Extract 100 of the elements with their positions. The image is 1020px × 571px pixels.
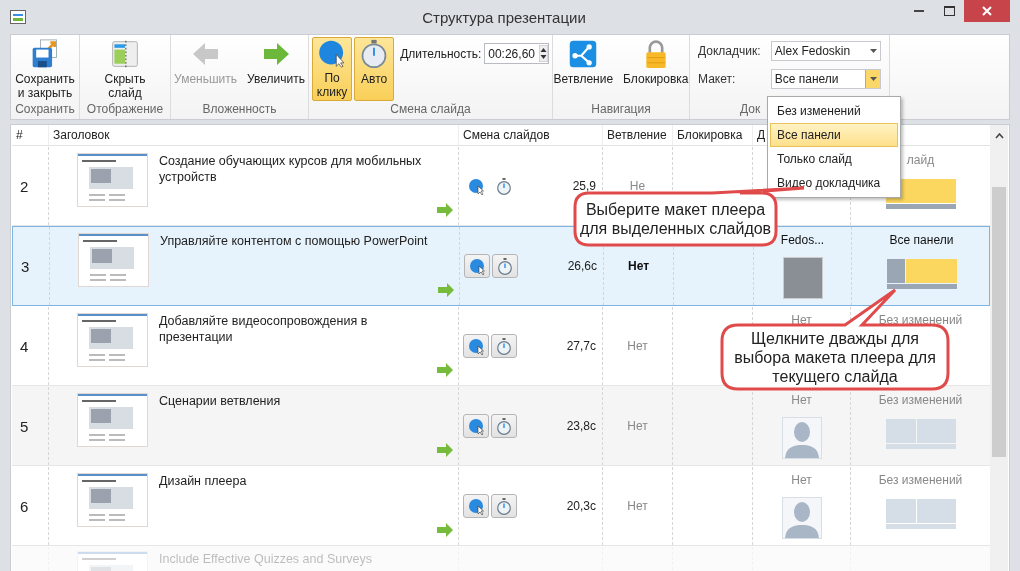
click-trigger-button[interactable] [463,334,489,358]
stopwatch-icon [496,497,512,515]
cursor-click-icon [317,39,348,68]
scrollbar-thumb[interactable] [992,187,1006,457]
menu-item[interactable]: Без изменений [770,99,898,123]
slide-duration: 23,8с [565,419,596,433]
close-button[interactable] [964,0,1010,22]
maximize-icon [943,6,955,16]
scrollbar[interactable] [990,125,1008,571]
right-arrow-icon [436,363,454,377]
slide-title: Создание обучающих курсов для мобильных устройств [158,153,423,186]
ribbon-button[interactable]: Сохранить и закрыть [12,37,78,102]
dropdown-field[interactable]: Alex Fedoskin [770,41,881,61]
ribbon-button[interactable]: По клику [312,37,353,101]
cursor-click-icon [467,497,485,515]
timer-trigger-button[interactable] [491,334,517,358]
right-arrow-icon [436,443,454,457]
branching-value: Нет [627,259,650,273]
slide-number: 2 [20,177,29,195]
slide-title: Дизайн плеера [158,473,248,490]
presenter-name: Нет [791,473,812,487]
duration-field[interactable]: 00:26,60 [484,43,549,64]
caret-icon [869,49,877,53]
callout-text: Щелкните дважды для выбора макета плеера для текущего слайда [733,328,937,387]
cursor-click-icon [467,417,485,435]
slide-duration: 27,7с [565,339,596,353]
stopwatch-icon [496,337,512,355]
slide-thumbnail [77,153,148,207]
timer-trigger-button[interactable] [492,254,518,278]
click-trigger-button[interactable] [464,254,490,278]
table-row[interactable]: 5 Сценарии ветвления 23,8с Нет Нет Без изменений [12,386,990,466]
layout-name: Все панели [889,233,954,247]
column-header[interactable]: Заголовок [48,125,458,145]
group-label: Смена слайда [389,102,472,118]
column-header[interactable]: Блокировка [672,125,752,145]
slide-thumbnail [77,393,148,447]
ribbon-button[interactable]: Скрыть слайд [97,37,153,102]
branch-icon [568,39,599,69]
slide-thumbnail [77,313,148,367]
branching-value: Нет [627,339,648,353]
close-icon [982,6,992,16]
slide-title: Добавляйте видеосопровождения в презентации [158,313,369,346]
field-label: Докладчик: [698,44,762,58]
slide-title: Include Effective Quizzes and Surveys [158,551,374,568]
stopwatch-icon [496,417,512,435]
column-header[interactable]: # [12,125,48,145]
timer-trigger-button[interactable] [491,494,517,518]
timer-trigger-button[interactable] [491,414,517,438]
presenter-name: Fedos... [780,233,825,247]
branching-value: Не [629,179,646,193]
cursor-click-icon [467,337,485,355]
field-label: Макет: [698,72,737,86]
click-trigger-button[interactable] [463,494,489,518]
slide-panel-icon [110,39,140,69]
branching-value: Нет [627,499,648,513]
layout-name: Без изменений [878,473,963,487]
column-header[interactable]: Ветвление [602,125,672,145]
ribbon-button[interactable]: Авто [354,37,395,101]
column-header[interactable]: Смена слайдов [458,125,602,145]
dropdown-caret-icon [869,77,877,81]
group-label: Вложенность [201,102,278,118]
ribbon-button[interactable]: Блокировка [619,37,693,88]
cursor-click-icon [467,177,485,195]
spin-arrows-icon [539,45,548,62]
ribbon-button[interactable]: Увеличить [243,37,309,88]
menu-item[interactable]: Видео докладчика [770,171,898,195]
slide-title: Сценарии ветвления [158,393,282,410]
slide-duration: 26,6с [566,259,597,273]
scroll-up-icon [994,133,1004,139]
layout-name: Без изменений [878,393,963,407]
slide-thumbnail [77,473,148,527]
right-arrow-icon [437,283,455,297]
duration-label: Длительность: [400,46,482,61]
branching-value: Нет [627,419,648,433]
slide-number: 4 [20,337,29,355]
stopwatch-icon [496,177,512,195]
group-label: Сохранить [14,102,76,118]
save-icon [30,39,60,69]
menu-item[interactable]: Только слайд [770,147,898,171]
app-icon [10,10,26,24]
ribbon-button[interactable]: Ветвление [549,37,618,88]
menu-item[interactable]: Все панели [770,123,898,147]
group-label: Навигация [590,102,652,118]
click-trigger-button[interactable] [463,414,489,438]
slide-number: 3 [21,257,30,275]
slide-duration: 25,9 [571,179,596,193]
layout-name: лайд [906,153,935,167]
slide-title: Управляйте контентом с помощью PowerPoint [159,233,429,250]
right-arrow-icon [436,523,454,537]
table-row[interactable]: 6 Дизайн плеера 20,3с Нет Нет Без изменений [12,466,990,546]
slide-thumbnail [78,233,149,287]
right-arrow-icon [436,203,454,217]
slide-duration: 20,3с [565,499,596,513]
group-label: Док [740,102,761,116]
slide-number: 6 [20,497,29,515]
group-label: Отображение [85,102,165,118]
cursor-click-icon [468,257,486,275]
dropdown-field[interactable]: Все панели [770,69,881,89]
window-title: Структура презентации [421,8,587,26]
slide-number: 5 [20,417,29,435]
